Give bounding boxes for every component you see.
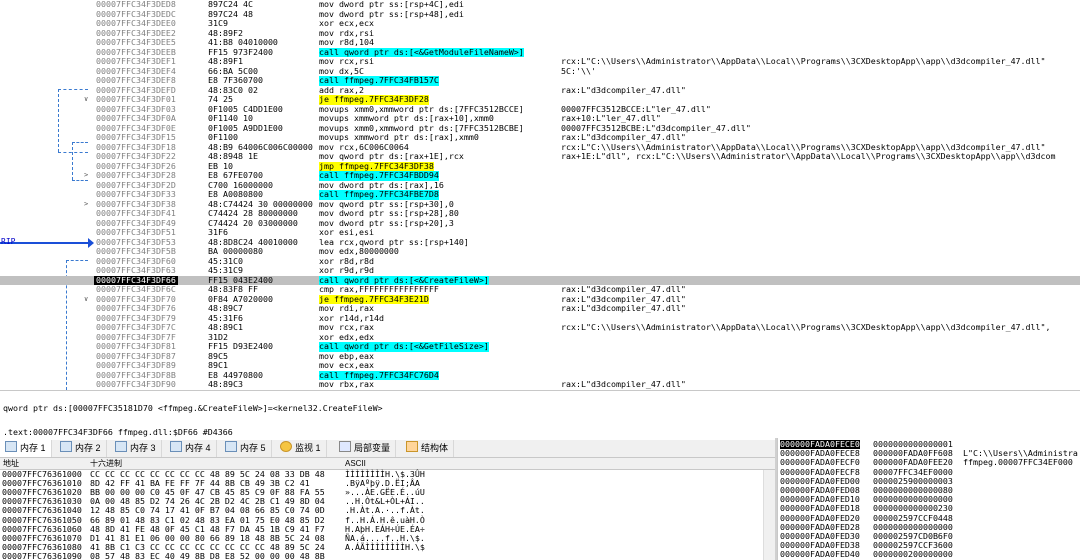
stack-view[interactable]: 000000FADA0FECE0 0000000000000001 000000FA…	[777, 438, 1080, 560]
tab-locals-7[interactable]: 局部变量	[334, 440, 397, 457]
jump-target-marker-icon: >	[84, 171, 89, 179]
stack-row[interactable]: 000000FADA0FED40 0000000200000000	[778, 550, 1080, 559]
memory-dump-view[interactable]: 地址 十六进制 ASCII 00007FFC76361000 CC CC CC C…	[0, 458, 775, 560]
header-ascii[interactable]: ASCII	[345, 458, 366, 469]
tab-label: 内存 3	[130, 443, 156, 453]
header-hex[interactable]: 十六进制	[90, 458, 122, 469]
operand-info: qword ptr ds:[00007FFC35181D70 <ffmpeg.&…	[3, 403, 383, 413]
memory-icon	[170, 441, 182, 452]
instruction-comment: rax:L"d3dcompiler_47.dll"	[561, 379, 686, 389]
tab-label: 内存 5	[240, 443, 266, 453]
disassembly-view[interactable]: RIP 00007FFC34F3DED8 897C24 4C mov dword p…	[0, 0, 1080, 390]
tab-struct-8[interactable]: 结构体	[401, 440, 455, 457]
header-address[interactable]: 地址	[3, 458, 19, 469]
tab-watch-6[interactable]: 监视 1	[275, 440, 327, 457]
locals-icon	[339, 441, 351, 452]
dump-tab-bar: 内存 1 内存 2 内存 3 内存 4 内存 5 监视 1 局部变量 结构体	[0, 440, 775, 458]
instruction-comment: rcx:L"C:\\Users\\Administrator\\AppData\…	[561, 56, 1046, 66]
memory-icon	[225, 441, 237, 452]
dump-scrollbar[interactable]	[763, 470, 775, 560]
instruction-comment: rax+1E:L"dll", rcx:L"C:\\Users\\Administ…	[561, 151, 1056, 161]
jump-down-marker-icon: ∨	[84, 95, 89, 103]
memory-icon	[60, 441, 72, 452]
memory-icon	[5, 441, 17, 452]
dump-ascii: A.ÁÃÌÌÌÌÌÌÌÌH.\$	[345, 541, 425, 552]
tab-memory-5[interactable]: 内存 5	[220, 440, 272, 457]
watch-icon	[280, 441, 292, 452]
instruction-comment: 5C:'\\'	[561, 65, 596, 76]
tab-label: 内存 4	[185, 443, 211, 453]
dump-hex-bytes: 08 57 48 83 EC 40 49 8B D8 E8 52 00 00 0…	[90, 550, 325, 560]
jump-down-marker-icon: ∨	[84, 294, 89, 303]
instruction-comment: rax:L"d3dcompiler_47.dll"	[561, 303, 686, 313]
dump-row[interactable]: 00007FFC76361090 08 57 48 83 EC 40 49 8B …	[0, 550, 775, 560]
stack-address: 000000FADA0FED40	[780, 549, 860, 560]
tab-memory-2[interactable]: 内存 2	[55, 440, 107, 457]
struct-icon	[406, 441, 418, 452]
jump-target-marker-icon: >	[84, 199, 89, 208]
tab-memory-1[interactable]: 内存 1	[0, 440, 52, 457]
instruction-comment: rax:L"d3dcompiler_47.dll"	[561, 84, 686, 95]
info-panel: qword ptr ds:[00007FFC35181D70 <ffmpeg.&…	[0, 390, 1080, 439]
location-info: .text:00007FFC34F3DF66 ffmpeg.dll:$DF66 …	[3, 427, 233, 437]
instruction-comment: rcx:L"C:\\Users\\Administrator\\AppData\…	[561, 322, 1056, 332]
tab-label: 内存 2	[75, 443, 101, 453]
tab-label: 监视 1	[295, 443, 321, 453]
dump-address: 00007FFC76361090	[2, 550, 82, 560]
stack-value: 0000000200000000	[873, 549, 953, 560]
stack-comment: ffmpeg.00007FFC34EF000	[963, 457, 1073, 468]
tab-memory-3[interactable]: 内存 3	[110, 440, 162, 457]
tab-memory-4[interactable]: 内存 4	[165, 440, 217, 457]
tab-label: 内存 1	[20, 443, 46, 453]
tab-label: 局部变量	[354, 443, 391, 453]
memory-icon	[115, 441, 127, 452]
tab-label: 结构体	[421, 443, 449, 453]
